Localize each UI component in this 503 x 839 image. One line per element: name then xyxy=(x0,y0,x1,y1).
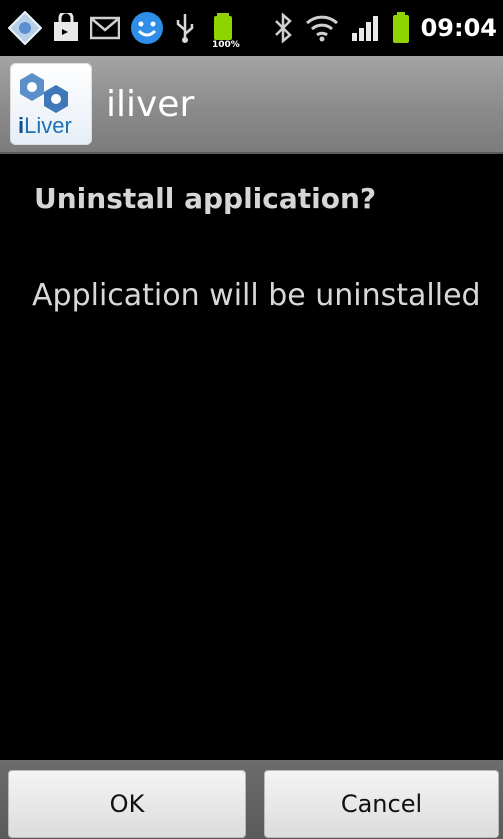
battery-icon xyxy=(392,8,409,48)
shopping-bag-icon xyxy=(52,8,80,48)
button-bar: OK Cancel xyxy=(0,760,503,839)
clock: 09:04 xyxy=(420,14,497,42)
wifi-icon xyxy=(305,8,339,48)
cancel-button[interactable]: Cancel xyxy=(264,770,499,838)
status-bar[interactable]: 100% 09:04 xyxy=(0,0,503,56)
bluetooth-icon xyxy=(273,8,293,48)
dialog-message: Application will be uninstalled xyxy=(32,278,481,313)
notification-icons: 100% xyxy=(0,0,240,56)
signal-icon xyxy=(351,8,381,48)
app-title: iliver xyxy=(106,83,195,125)
smiley-icon xyxy=(130,8,164,48)
battery-charging-icon: 100% xyxy=(206,8,240,50)
screen: 100% 09:04 iLiver iliver Uninstall appli… xyxy=(0,0,503,839)
title-bar: iLiver iliver xyxy=(0,56,503,154)
usb-icon xyxy=(174,8,196,48)
diamond-app-icon xyxy=(8,8,42,48)
ok-button[interactable]: OK xyxy=(8,770,246,838)
app-icon-wordmark: iLiver xyxy=(18,113,72,138)
dialog-heading: Uninstall application? xyxy=(34,182,377,215)
battery-percent-label: 100% xyxy=(212,40,240,50)
app-icon: iLiver xyxy=(10,63,92,145)
gmail-icon xyxy=(90,8,120,48)
system-icons: 09:04 xyxy=(273,0,503,56)
